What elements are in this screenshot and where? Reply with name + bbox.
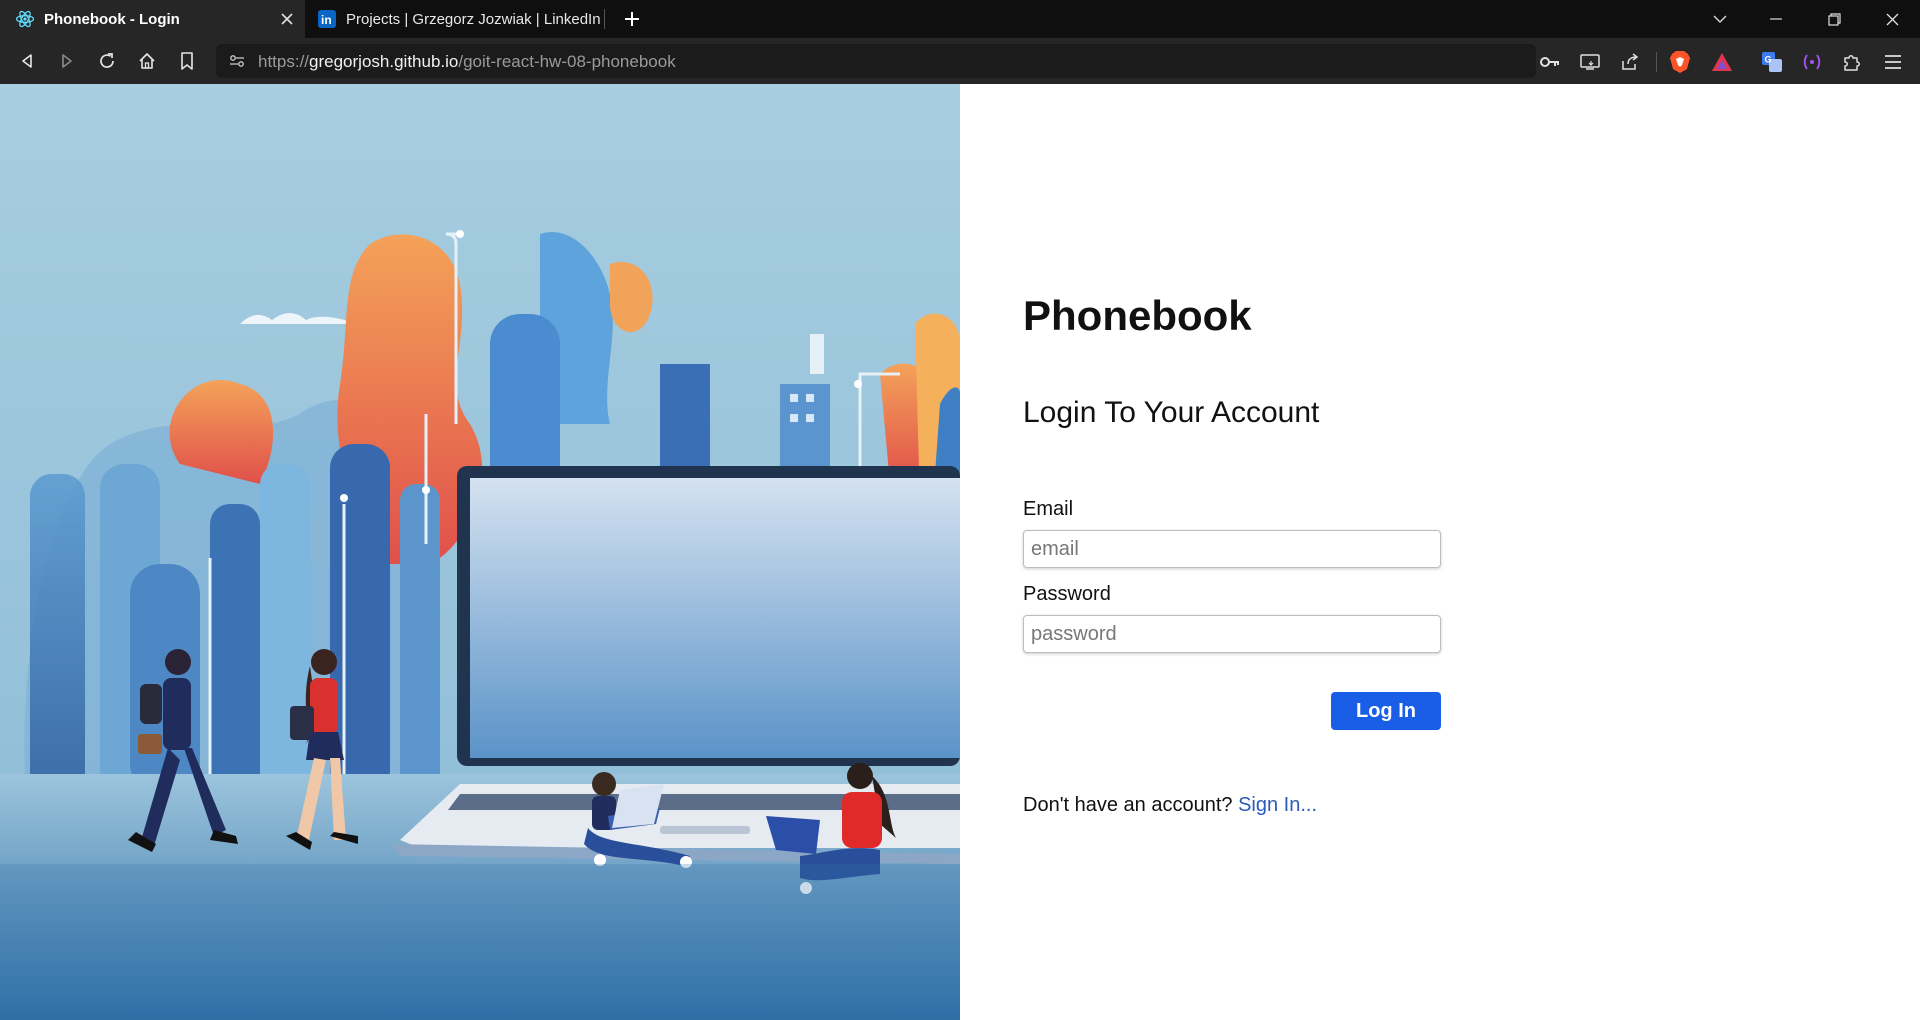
close-window-button[interactable] xyxy=(1864,0,1920,38)
site-settings-icon[interactable] xyxy=(228,52,246,70)
tab-bar: Phonebook - Login in Projects | Grzegorz… xyxy=(0,0,1920,38)
linkedin-icon: in xyxy=(316,8,338,30)
page: Phonebook Login To Your Account Email Pa… xyxy=(0,84,1920,1020)
password-field[interactable] xyxy=(1023,615,1441,653)
svg-text:in: in xyxy=(321,13,332,27)
tab-linkedin[interactable]: in Projects | Grzegorz Jozwiak | LinkedI… xyxy=(306,0,606,38)
extensions-puzzle-icon[interactable] xyxy=(1839,49,1865,75)
brave-shields-icon[interactable] xyxy=(1667,49,1693,75)
url-scheme: https:// xyxy=(258,52,310,71)
address-bar[interactable]: https://gregorjosh.github.io/goit-react-… xyxy=(216,44,1536,78)
react-icon xyxy=(14,8,36,30)
back-button[interactable] xyxy=(12,47,42,75)
url-text: https://gregorjosh.github.io/goit-react-… xyxy=(258,52,676,72)
home-button[interactable] xyxy=(132,47,162,75)
tab-list-button[interactable] xyxy=(1692,0,1748,38)
toolbar-divider xyxy=(1656,52,1657,72)
minimize-button[interactable] xyxy=(1748,0,1804,38)
tab-divider xyxy=(604,9,605,29)
tab-title: Projects | Grzegorz Jozwiak | LinkedIn xyxy=(346,10,601,28)
restore-button[interactable] xyxy=(1806,0,1862,38)
reload-button[interactable] xyxy=(92,47,122,75)
extension-purple-icon[interactable] xyxy=(1799,49,1825,75)
password-label: Password xyxy=(1023,583,1111,605)
cast-icon[interactable] xyxy=(1577,49,1603,75)
url-host: gregorjosh.github.io xyxy=(309,52,459,71)
translate-icon[interactable]: G xyxy=(1759,49,1785,75)
signup-prompt-text: Don't have an account? xyxy=(1023,794,1233,816)
login-button[interactable]: Log In xyxy=(1331,692,1441,730)
forward-button[interactable] xyxy=(52,47,82,75)
email-label: Email xyxy=(1023,498,1074,520)
email-field[interactable] xyxy=(1023,530,1441,568)
key-icon[interactable] xyxy=(1537,49,1563,75)
share-icon[interactable] xyxy=(1617,49,1643,75)
svg-text:G: G xyxy=(1765,55,1772,65)
new-tab-button[interactable] xyxy=(618,5,646,33)
hero-illustration xyxy=(0,84,960,1020)
tab-title: Phonebook - Login xyxy=(44,10,180,28)
login-panel: Phonebook Login To Your Account Email Pa… xyxy=(960,84,1920,1020)
signup-prompt: Don't have an account? Sign In... xyxy=(1023,794,1317,817)
brave-rewards-icon[interactable] xyxy=(1709,49,1735,75)
bookmark-button[interactable] xyxy=(172,47,202,75)
close-tab-icon[interactable] xyxy=(277,9,297,29)
sign-in-link[interactable]: Sign In... xyxy=(1238,794,1317,816)
tab-phonebook-login[interactable]: Phonebook - Login xyxy=(0,0,305,38)
menu-icon[interactable] xyxy=(1880,49,1906,75)
url-path: /goit-react-hw-08-phonebook xyxy=(458,52,676,71)
browser-toolbar: https://gregorjosh.github.io/goit-react-… xyxy=(0,38,1920,84)
app-title: Phonebook xyxy=(1023,292,1252,339)
login-heading: Login To Your Account xyxy=(1023,396,1320,429)
